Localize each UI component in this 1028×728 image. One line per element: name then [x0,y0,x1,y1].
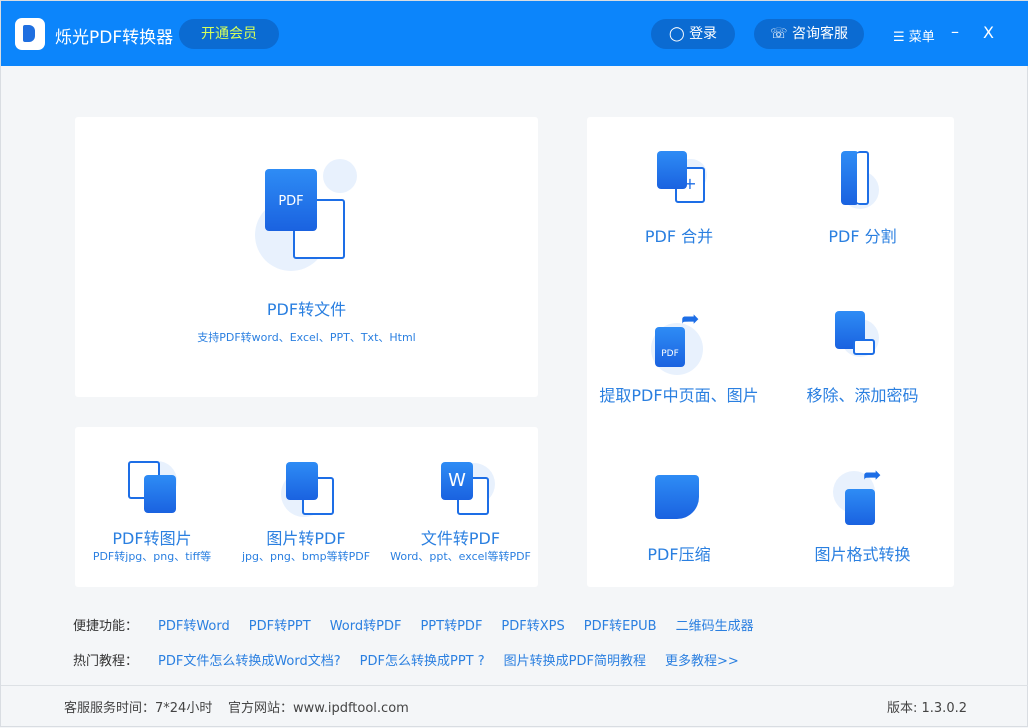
tool-title: 图片格式转换 [771,541,954,565]
tool-password[interactable]: 移除、添加密码 [771,297,954,437]
image-icon [286,462,318,500]
tool-title: 移除、添加密码 [771,382,954,406]
tool-extract-pages[interactable]: PDF ➦ 提取PDF中页面、图片 [587,297,771,437]
minimize-button[interactable]: – [951,22,959,41]
pdf-to-file-card[interactable]: PDF PDF转文件 支持PDF转word、Excel、PPT、Txt、Html [75,117,538,397]
tool-pdf-merge[interactable]: + PDF 合并 [587,137,771,277]
menu-icon: ☰ [893,30,905,45]
app-logo [15,18,45,50]
image-convert-icon [845,489,875,525]
extract-icon: PDF [655,327,685,367]
tool-file-to-pdf[interactable]: W 文件转PDF Word、ppt、excel等转PDF [383,427,538,587]
hot-label: 热门教程： [73,654,138,669]
quick-links: 便捷功能： PDF转Word PDF转PPT Word转PDF PPT转PDF PDF转X… [73,615,773,634]
quick-link[interactable]: Word转PDF [330,619,402,634]
tool-title: PDF压缩 [587,541,771,565]
bottom-tools-card: PDF转图片 PDF转jpg、png、tiff等 图片转PDF jpg、png、… [75,427,538,587]
user-icon: ◯ [669,26,685,42]
quick-link[interactable]: PDF转Word [158,619,230,634]
login-button[interactable]: ◯ 登录 [651,19,735,49]
pdf-convert-icon: PDF [255,159,365,274]
tool-title: PDF转图片 [75,525,229,549]
tool-title: 文件转PDF [383,525,538,549]
tool-title: PDF 分割 [771,223,954,247]
tool-desc: Word、ppt、excel等转PDF [383,548,538,564]
service-hours: 客服服务时间：7*24小时 [64,697,212,716]
quick-link[interactable]: PPT转PDF [420,619,482,634]
tool-image-to-pdf[interactable]: 图片转PDF jpg、png、bmp等转PDF [229,427,383,587]
tool-image-format[interactable]: ➦ 图片格式转换 [771,457,954,587]
quick-link[interactable]: PDF转EPUB [584,619,657,634]
login-label: 登录 [689,26,717,42]
quick-link[interactable]: PDF转PPT [249,619,311,634]
close-button[interactable]: X [983,23,994,42]
hot-tutorials: 热门教程： PDF文件怎么转换成Word文档? PDF怎么转换成PPT ? 图片转换成… [73,650,758,669]
compress-icon [655,475,699,519]
title-bar: 烁光PDF转换器 开通会员 ◯ 登录 ☏ 咨询客服 ☰ 菜单 – X [1,1,1028,66]
main-title: PDF转文件 [75,296,538,320]
official-site[interactable]: 官方网站：www.ipdftool.com [228,697,409,716]
tool-pdf-to-image[interactable]: PDF转图片 PDF转jpg、png、tiff等 [75,427,229,587]
tutorial-link[interactable]: PDF怎么转换成PPT ? [360,654,485,669]
service-label: 咨询客服 [792,26,848,42]
app-title: 烁光PDF转换器 [55,23,173,48]
tool-pdf-split[interactable]: PDF 分割 [771,137,954,277]
vip-button[interactable]: 开通会员 [179,19,279,49]
tutorial-link[interactable]: 图片转换成PDF简明教程 [504,654,646,669]
headset-icon: ☏ [770,26,788,42]
quick-link[interactable]: 二维码生成器 [676,619,754,634]
service-button[interactable]: ☏ 咨询客服 [754,19,864,49]
image-icon [144,475,176,513]
merge-icon [657,151,687,189]
main-desc: 支持PDF转word、Excel、PPT、Txt、Html [75,329,538,345]
more-tutorials-link[interactable]: 更多教程>> [665,654,739,669]
right-tools-card: + PDF 合并 PDF 分割 PDF ➦ 提取PDF中页面、图片 移除、添加密… [587,117,954,587]
tool-pdf-compress[interactable]: PDF压缩 [587,457,771,587]
status-bar: 客服服务时间：7*24小时 官方网站：www.ipdftool.com 版本: … [1,685,1028,728]
tool-title: 图片转PDF [229,525,383,549]
tool-title: PDF 合并 [587,223,771,247]
tutorial-link[interactable]: PDF文件怎么转换成Word文档? [158,654,341,669]
tool-desc: jpg、png、bmp等转PDF [229,548,383,564]
menu-button[interactable]: ☰ 菜单 [893,26,935,45]
quick-link[interactable]: PDF转XPS [501,619,564,634]
menu-label: 菜单 [909,30,935,45]
tool-desc: PDF转jpg、png、tiff等 [75,548,229,564]
tool-title: 提取PDF中页面、图片 [587,382,771,406]
quick-label: 便捷功能： [73,619,138,634]
word-icon: W [441,462,473,500]
version: 版本: 1.3.0.2 [887,697,967,716]
